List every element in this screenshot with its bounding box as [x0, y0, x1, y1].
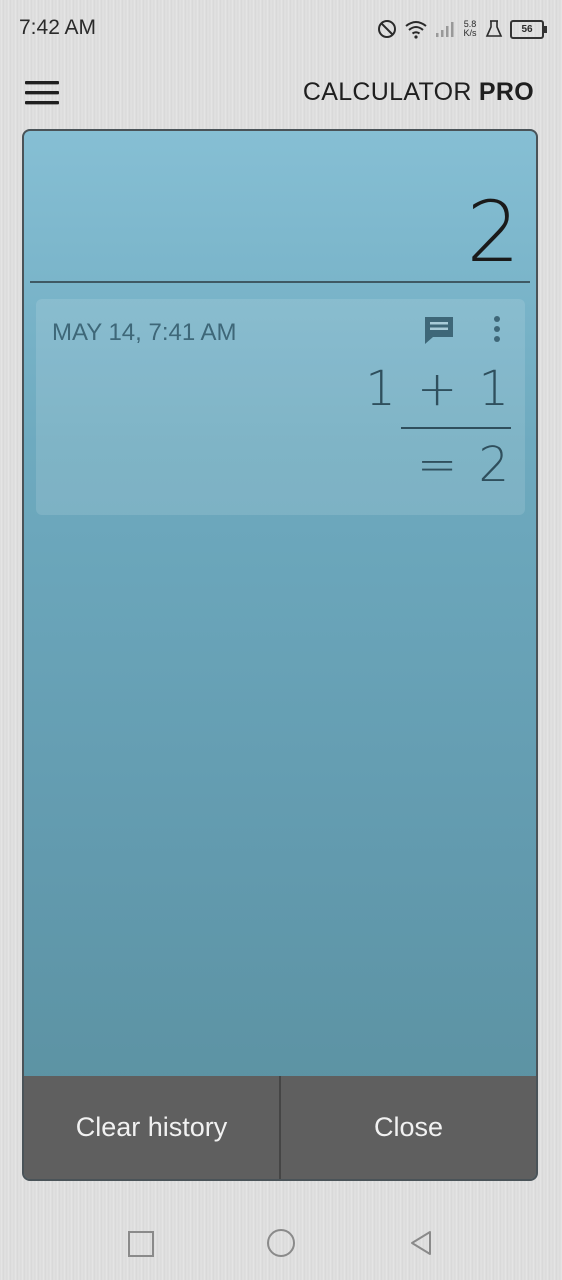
comment-icon[interactable] [423, 315, 455, 345]
clear-history-button[interactable]: Clear history [24, 1076, 279, 1179]
expression-divider [401, 427, 511, 429]
signal-icon [436, 22, 454, 37]
flask-icon [485, 20, 503, 37]
app-title-main: CALCULATOR [302, 78, 479, 106]
battery-icon: 56 [510, 19, 547, 39]
menu-icon[interactable] [25, 80, 61, 106]
display-divider [30, 281, 530, 283]
status-bar: 7:42 AM 5.8 K/s 56 [0, 0, 562, 58]
history-expression: 1 + 1 [365, 361, 509, 417]
history-date: MAY 14, 7:41 AM [52, 319, 237, 346]
display-value: 2 [466, 183, 520, 281]
history-result: = 2 [416, 437, 509, 493]
close-button[interactable]: Close [279, 1076, 536, 1179]
wifi-icon [405, 21, 427, 39]
more-options-icon[interactable] [491, 315, 503, 345]
navigation-bar [0, 1205, 562, 1280]
app-title: CALCULATOR PRO [303, 78, 534, 107]
history-entry[interactable]: MAY 14, 7:41 AM 1 + 1 = 2 [36, 299, 525, 515]
status-icons: 5.8 K/s 56 [377, 16, 547, 42]
recent-apps-icon[interactable] [128, 1231, 154, 1257]
app-title-bold: PRO [478, 78, 534, 106]
dnd-icon [378, 20, 396, 38]
bottom-buttons: Clear history Close [24, 1076, 536, 1179]
status-time: 7:42 AM [19, 16, 97, 39]
calculator-panel: 2 MAY 14, 7:41 AM 1 + 1 = 2 Clear histor… [22, 129, 538, 1181]
net-speed-unit: K/s [463, 28, 477, 38]
home-icon[interactable] [267, 1229, 295, 1257]
net-speed: 5.8 K/s [462, 20, 478, 38]
back-icon[interactable] [408, 1229, 434, 1257]
